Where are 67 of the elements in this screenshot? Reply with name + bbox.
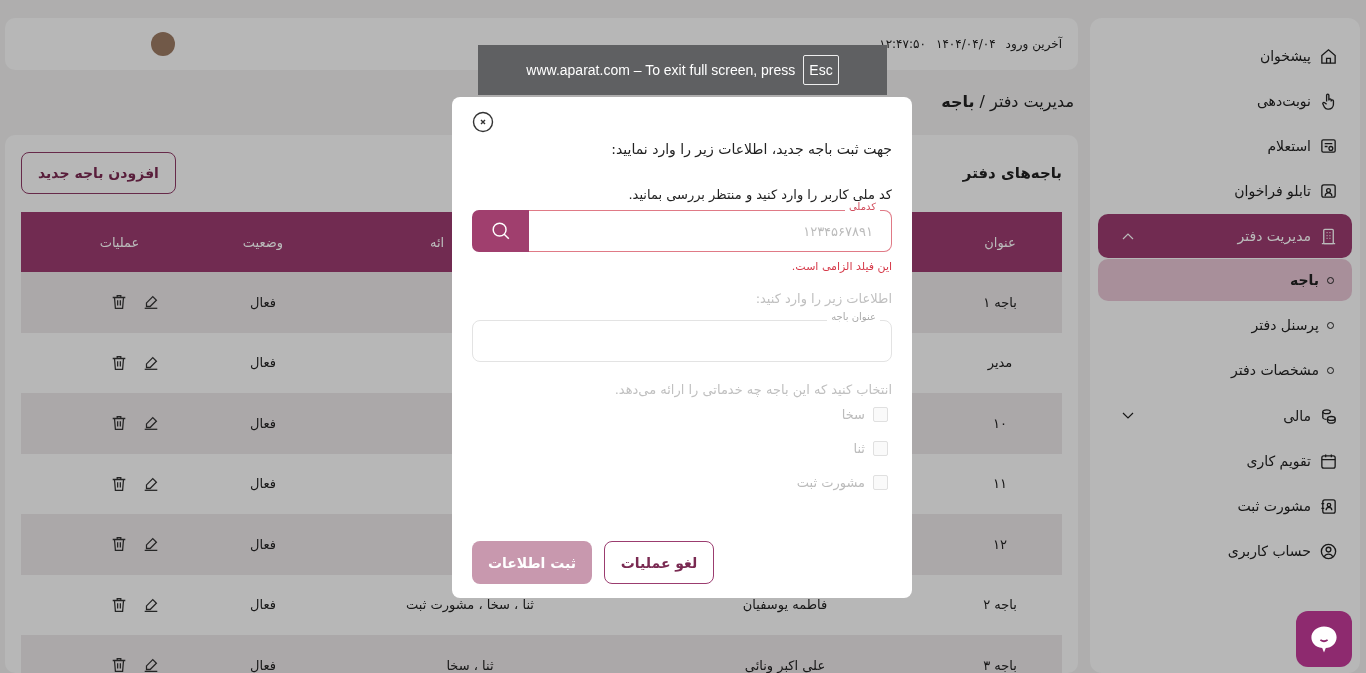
building-icon	[1319, 226, 1338, 246]
status-header: وضعیت	[241, 234, 285, 250]
table-cell-text: باجه ۱	[982, 294, 1018, 310]
table-cell-text: فعال	[249, 294, 277, 310]
contact-card-icon	[1319, 496, 1338, 516]
error-message: این فیلد الزامی است.	[790, 260, 892, 273]
calendar-icon	[1319, 451, 1338, 471]
table-cell-text: ۱۲	[992, 536, 1008, 552]
coins-icon	[1319, 406, 1338, 426]
table-cell-text: ۱۰	[992, 415, 1008, 431]
chat-button[interactable]	[1296, 611, 1352, 667]
sidebar-subitem[interactable]: باجه	[1098, 259, 1352, 301]
services-prompt: انتخاب کنید که این باجه چه خدماتی را ارائه می‌دهد.	[613, 382, 892, 397]
user-icon	[1319, 541, 1338, 561]
table-cell-text: فعال	[249, 415, 277, 431]
last-login-time: ۱۲:۴۷:۵۰	[879, 37, 926, 51]
card-title: باجه‌های دفتر	[962, 164, 1062, 182]
table-cell-text: فعال	[249, 536, 277, 552]
checkbox-label: مشورت ثبت	[796, 474, 865, 490]
column-header: ائه	[429, 234, 446, 250]
last-login-label: آخرین ورود	[1005, 37, 1062, 51]
checkbox-label: ثنا	[853, 440, 865, 456]
actions-header: عملیات	[98, 234, 141, 250]
home-icon	[1319, 46, 1338, 66]
table-cell-text: باجه ۳	[982, 657, 1018, 673]
sidebar-item[interactable]: مدیریت دفتر	[1098, 214, 1352, 258]
search-button[interactable]	[472, 210, 529, 252]
section-prompt: اطلاعات زیر را وارد کنید:	[754, 291, 892, 306]
sidebar-item[interactable]: استعلام	[1098, 124, 1352, 168]
esc-key: Esc	[803, 55, 839, 85]
close-icon[interactable]	[472, 111, 494, 133]
table-cell-text: ثنا ، سخا ، مشورت ثبت	[405, 597, 535, 613]
table-cell-text: ۱۱	[992, 476, 1008, 492]
sidebar-item[interactable]: مشورت ثبت	[1098, 484, 1352, 528]
dialog-title: جهت ثبت باجه جدید، اطلاعات زیر را وارد نمایید:	[610, 141, 892, 157]
avatar[interactable]	[151, 32, 175, 56]
sidebar-subitem[interactable]: مشخصات دفتر	[1098, 349, 1352, 391]
table-cell-text: فعال	[249, 657, 277, 673]
breadcrumb: مدیریت دفتر / باجه	[941, 92, 1074, 114]
sidebar-item[interactable]: نوبت‌دهی	[1098, 79, 1352, 123]
field-label: کدملی	[845, 201, 880, 212]
add-counter-button[interactable]: افزودن باجه جدید	[21, 152, 176, 194]
sidebar-item[interactable]: پیشخوان	[1098, 34, 1352, 78]
table-cell-text: مدیر	[986, 355, 1014, 371]
table-cell-text: ثنا ، سخا	[445, 657, 495, 673]
sidebar-item[interactable]: مالی	[1098, 394, 1352, 438]
national-id-field[interactable]: ۱۲۳۴۵۶۷۸۹۱	[529, 210, 892, 252]
notice-text: www.aparat.com – To exit full screen, press	[526, 62, 796, 78]
table-cell-text: فاطمه یوسفیان	[741, 597, 829, 613]
cancel-button[interactable]: لغو عملیات	[604, 541, 714, 584]
sidebar-item[interactable]: حساب کاربری	[1098, 529, 1352, 573]
table-cell-text: فعال	[249, 597, 277, 613]
title-header: عنوان	[983, 234, 1017, 250]
sidebar-subitem[interactable]: پرسنل دفتر	[1098, 304, 1352, 346]
person-board-icon	[1319, 181, 1338, 201]
sidebar-item[interactable]: تقویم کاری	[1098, 439, 1352, 483]
instruction-text: کد ملی کاربر را وارد کنید و منتظر بررسی بمانید.	[627, 187, 892, 202]
field-label: عنوان باجه	[827, 311, 880, 322]
sidebar-item[interactable]: تابلو فراخوان	[1098, 169, 1352, 213]
last-login-date: ۱۴۰۴/۰۴/۰۴	[935, 37, 996, 51]
search-icon	[489, 220, 512, 242]
document-icon	[1319, 136, 1338, 156]
table-cell-text: باجه ۲	[982, 597, 1018, 613]
table-cell-text: علی اکبر ونائی	[743, 657, 827, 673]
table-cell-text: فعال	[249, 355, 277, 371]
table-cell-text: فعال	[249, 476, 277, 492]
checkbox-label: سخا	[841, 406, 865, 422]
